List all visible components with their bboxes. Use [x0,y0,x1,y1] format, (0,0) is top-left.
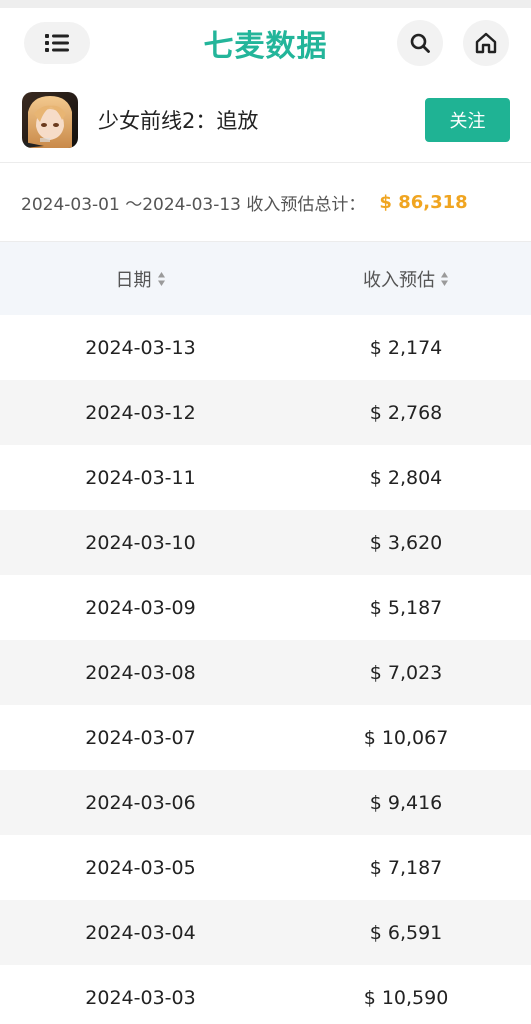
header: 七麦数据 [0,8,531,78]
home-button[interactable] [463,20,509,66]
table-row: 2024-03-04 $ 6,591 [0,900,531,965]
app-info: 少女前线2：追放 关注 [0,78,531,163]
table-row: 2024-03-06 $ 9,416 [0,770,531,835]
date-cell: 2024-03-07 [85,726,196,749]
column-header-date[interactable]: 日期 [0,266,281,292]
date-cell: 2024-03-05 [85,856,196,879]
search-icon [410,33,430,53]
list-icon [45,34,69,52]
revenue-cell: $ 5,187 [369,596,443,619]
sort-icon[interactable] [440,271,449,287]
sort-icon[interactable] [157,271,166,287]
revenue-cell: $ 2,768 [369,401,443,424]
revenue-cell: $ 7,023 [369,661,443,684]
revenue-summary: 2024-03-01 ～2024-03-13 收入预估总计： $ 86,318 [0,163,531,242]
table-row: 2024-03-12 $ 2,768 [0,380,531,445]
revenue-cell: $ 10,590 [363,986,449,1009]
column-header-revenue[interactable]: 收入预估 [281,266,531,292]
table-header: 日期 收入预估 [0,242,531,315]
date-cell: 2024-03-13 [85,336,196,359]
app-icon[interactable] [22,92,78,148]
revenue-cell: $ 2,174 [369,336,443,359]
top-strip [0,0,531,8]
date-cell: 2024-03-11 [85,466,196,489]
home-icon [475,32,497,54]
revenue-cell: $ 9,416 [369,791,443,814]
revenue-cell: $ 6,591 [369,921,443,944]
date-cell: 2024-03-09 [85,596,196,619]
date-cell: 2024-03-06 [85,791,196,814]
date-cell: 2024-03-03 [85,986,196,1009]
search-button[interactable] [397,20,443,66]
column-label-revenue: 收入预估 [363,269,435,291]
date-range-label: 2024-03-01 ～2024-03-13 收入预估总计： [21,194,366,215]
app-name: 少女前线2：追放 [98,109,259,133]
menu-button[interactable] [24,22,90,64]
revenue-total: $ 86,318 [379,191,468,213]
date-cell: 2024-03-12 [85,401,196,424]
date-cell: 2024-03-04 [85,921,196,944]
table-row: 2024-03-10 $ 3,620 [0,510,531,575]
revenue-cell: $ 3,620 [369,531,443,554]
revenue-cell: $ 7,187 [369,856,443,879]
date-cell: 2024-03-10 [85,531,196,554]
revenue-cell: $ 2,804 [369,466,443,489]
table-row: 2024-03-07 $ 10,067 [0,705,531,770]
table-row: 2024-03-08 $ 7,023 [0,640,531,705]
table-row: 2024-03-03 $ 10,590 [0,965,531,1024]
table-row: 2024-03-05 $ 7,187 [0,835,531,900]
table-row: 2024-03-13 $ 2,174 [0,315,531,380]
table-row: 2024-03-09 $ 5,187 [0,575,531,640]
date-cell: 2024-03-08 [85,661,196,684]
table-body: 2024-03-13 $ 2,174 2024-03-12 $ 2,768 20… [0,315,531,1024]
follow-button[interactable]: 关注 [425,98,510,142]
table-row: 2024-03-11 $ 2,804 [0,445,531,510]
column-label-date: 日期 [115,269,152,291]
revenue-cell: $ 10,067 [363,726,449,749]
